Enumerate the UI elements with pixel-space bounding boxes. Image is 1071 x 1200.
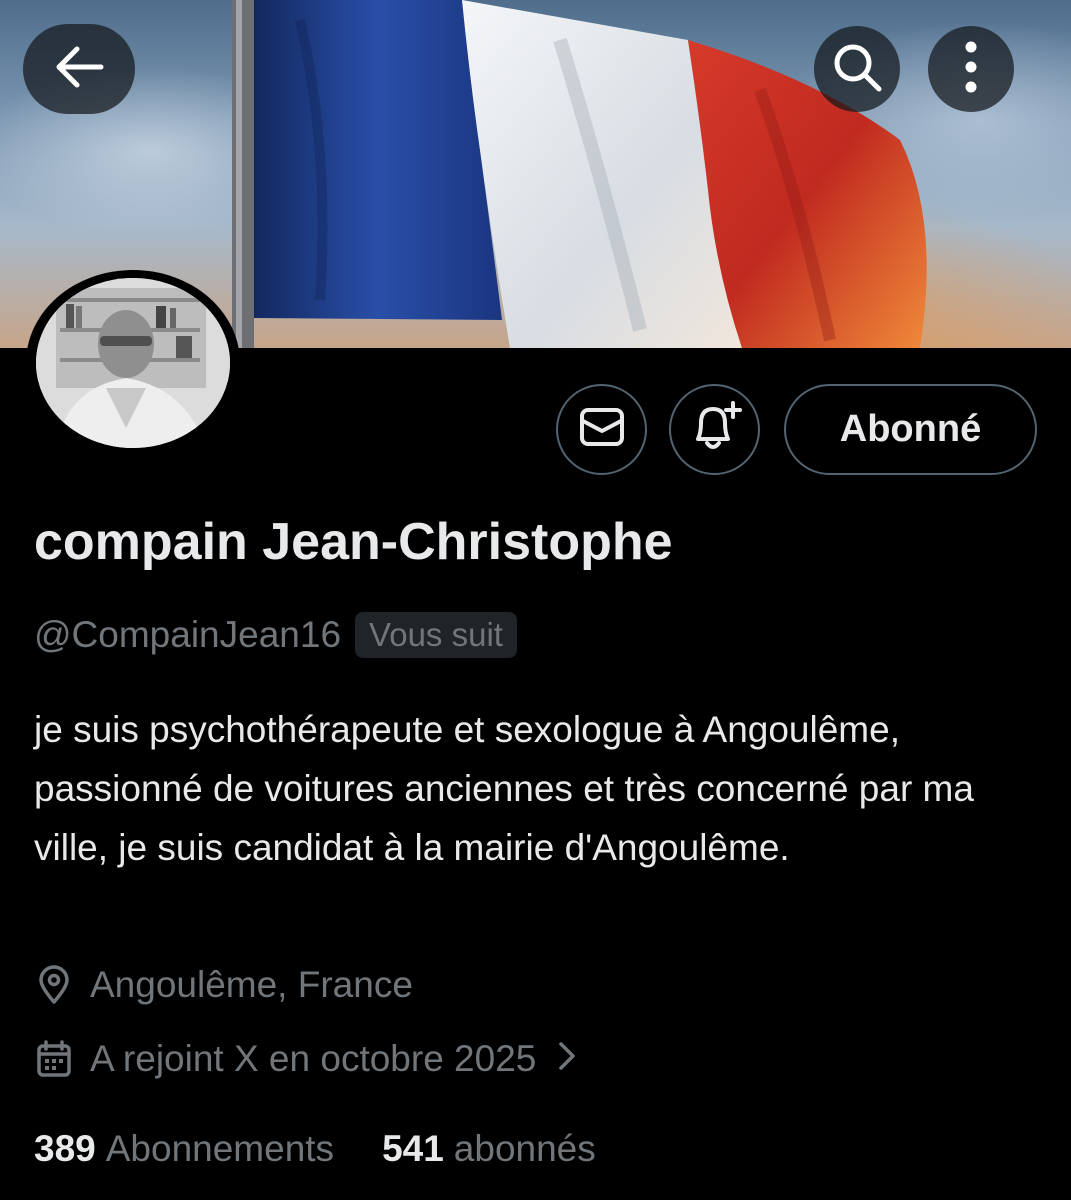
location-row: Angoulême, France <box>34 964 413 1006</box>
search-icon <box>831 41 883 98</box>
following-stat[interactable]: 389 Abonnements <box>34 1128 334 1170</box>
followers-count: 541 <box>382 1128 444 1169</box>
notifications-button[interactable] <box>669 384 760 475</box>
following-label: Abonnements <box>105 1128 335 1169</box>
back-button[interactable] <box>23 24 135 114</box>
display-name: compain Jean-Christophe <box>34 513 673 571</box>
message-button[interactable] <box>556 384 647 475</box>
arrow-left-icon <box>51 43 107 96</box>
location-text: Angoulême, France <box>90 964 413 1005</box>
calendar-icon <box>34 1039 74 1079</box>
location-pin-icon <box>34 965 74 1005</box>
envelope-icon <box>579 407 625 452</box>
join-date-text: A rejoint X en octobre 2025 <box>90 1038 537 1079</box>
following-button[interactable]: Abonné <box>784 384 1037 475</box>
avatar[interactable] <box>26 270 240 456</box>
username-handle: @CompainJean16 <box>34 614 342 655</box>
profile-bio: je suis psychothérapeute et sexologue à … <box>34 709 974 868</box>
follow-stats: 389 Abonnements 541 abonnés <box>34 1128 596 1170</box>
following-count: 389 <box>34 1128 96 1169</box>
followers-label: abonnés <box>453 1128 596 1169</box>
handle-row: @CompainJean16 Vous suit <box>34 612 517 658</box>
bell-plus-icon <box>688 401 742 458</box>
following-button-label: Abonné <box>839 408 982 450</box>
follows-you-badge: Vous suit <box>355 612 517 658</box>
more-options-button[interactable] <box>928 26 1014 112</box>
followers-stat[interactable]: 541 abonnés <box>382 1128 596 1170</box>
avatar-photo <box>36 278 230 448</box>
chevron-right-icon <box>558 1038 576 1080</box>
join-date-row[interactable]: A rejoint X en octobre 2025 <box>34 1038 576 1080</box>
more-vertical-icon <box>963 41 979 98</box>
search-button[interactable] <box>814 26 900 112</box>
